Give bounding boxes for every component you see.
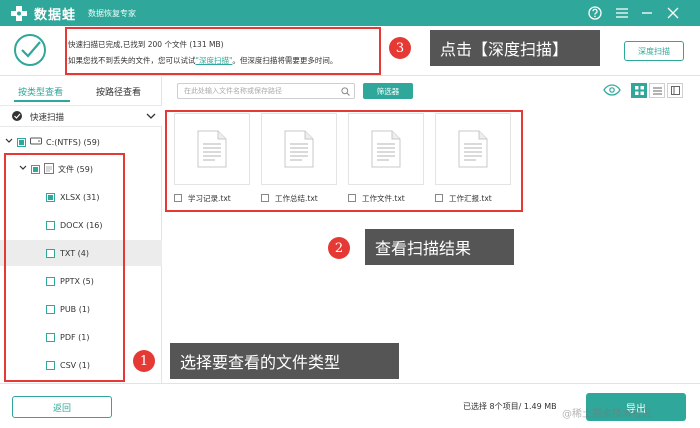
- list-view-icon[interactable]: [649, 83, 665, 98]
- annotation-box-file-types: [4, 153, 125, 382]
- drive-label: C:(NTFS) (59): [46, 137, 100, 147]
- search-input[interactable]: 在此处输入文件名称或保存路径: [177, 83, 355, 99]
- chevron-down-icon[interactable]: [5, 137, 13, 147]
- callout-label-file-types: 选择要查看的文件类型: [170, 343, 399, 379]
- filter-button[interactable]: 筛选器: [363, 83, 413, 99]
- tab-by-path[interactable]: 按路径查看: [96, 85, 141, 98]
- annotation-box-scan-results: [165, 110, 523, 212]
- preview-view-icon[interactable]: [667, 83, 683, 98]
- app-logo-icon: [8, 4, 30, 22]
- tree-drive-row[interactable]: C:(NTFS) (59): [0, 129, 162, 155]
- chevron-down-icon: [146, 112, 156, 123]
- drive-icon: [30, 136, 42, 148]
- back-button[interactable]: 返回: [12, 396, 112, 418]
- scan-mode-dropdown[interactable]: 快速扫描: [0, 105, 162, 127]
- view-tabs: 按类型查看 按路径查看: [0, 77, 162, 103]
- scan-mode-label: 快速扫描: [30, 113, 65, 123]
- scan-complete-icon: [12, 32, 48, 68]
- tab-by-type[interactable]: 按类型查看: [18, 85, 63, 98]
- drive-checkbox[interactable]: [17, 137, 26, 147]
- close-icon[interactable]: [663, 3, 683, 23]
- app-subtitle: 数据恢复专家: [88, 8, 137, 18]
- deep-scan-button[interactable]: 深度扫描: [624, 41, 684, 61]
- annotation-box-scan-message: [65, 27, 381, 75]
- callout-label-deep-scan: 点击【深度扫描】: [430, 30, 600, 66]
- search-icon[interactable]: [341, 87, 350, 98]
- callout-label-scan-results: 查看扫描结果: [365, 229, 514, 265]
- watermark: @稀土掘金技术社区: [562, 409, 652, 420]
- title-bar: 数据蛙 数据恢复专家: [0, 0, 700, 26]
- callout-number: 1: [133, 350, 155, 372]
- callout-number: 3: [389, 37, 411, 59]
- help-icon[interactable]: [585, 3, 605, 23]
- callout-number: 2: [328, 237, 350, 259]
- check-mark-icon: [12, 111, 22, 124]
- search-placeholder: 在此处输入文件名称或保存路径: [184, 87, 282, 95]
- active-tab-indicator: [14, 100, 70, 102]
- app-name: 数据蛙: [34, 7, 77, 23]
- minimize-icon[interactable]: [637, 3, 657, 23]
- eye-icon[interactable]: [603, 84, 621, 99]
- grid-view-icon[interactable]: [631, 83, 647, 98]
- menu-icon[interactable]: [612, 3, 632, 23]
- selection-info: 已选择 8个项目/ 1.49 MB: [463, 402, 557, 411]
